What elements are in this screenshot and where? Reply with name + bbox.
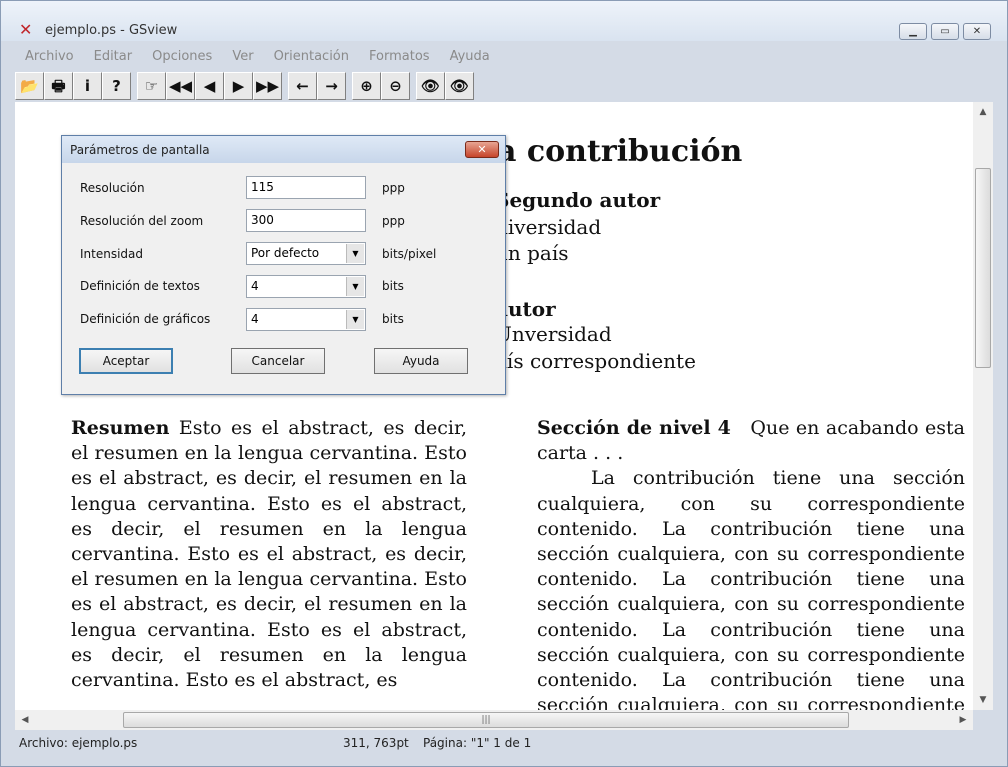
abstract-heading: Resumen [71,417,170,439]
window-controls: ▁ ▭ ✕ [899,23,991,40]
text-definition-value: 4 [251,279,259,293]
accept-button[interactable]: Aceptar [79,348,173,374]
graphics-definition-label: Definición de gráficos [80,312,211,326]
graphics-definition-select[interactable]: 4 ▼ [246,308,366,331]
menu-ver[interactable]: Ver [222,47,263,67]
toolbar-group: 📂 🖶 i? [15,72,131,100]
menu-orientacion[interactable]: Orientación [264,47,359,67]
intensity-unit: bits/pixel [382,247,437,261]
menu-opciones[interactable]: Opciones [142,47,222,67]
display-settings-dialog: Parámetros de pantalla ✕ Resolución 115 … [61,135,506,395]
zoom-resolution-label: Resolución del zoom [80,214,204,228]
open-icon[interactable]: 📂 [15,72,44,100]
toolbar-group: ← → [288,72,346,100]
menu-formatos[interactable]: Formatos [359,47,440,67]
menu-bar: Archivo Editar Opciones Ver Orientación … [15,47,500,67]
author-2-name: Segundo autor [495,188,661,212]
toolbar-group: ⊕ ⊖ [352,72,410,100]
gsview-app-icon[interactable]: ✕ [19,21,39,39]
scroll-down-icon[interactable]: ▼ [973,692,993,708]
abstract-column: Resumen Esto es el abstract, es decir, e… [71,416,467,693]
text-search-next-icon[interactable]: 👁 [445,72,474,100]
help-icon[interactable]: ? [102,72,131,100]
resolution-unit: ppp [382,181,405,195]
vertical-scrollbar[interactable]: ▲ ▼ [973,102,993,710]
status-coords: 311, 763pt [343,736,409,750]
text-definition-select[interactable]: 4 ▼ [246,275,366,298]
toolbar-group: 👁 👁 [416,72,474,100]
zoom-resolution-input[interactable]: 300 [246,209,366,232]
text-definition-unit: bits [382,279,404,293]
close-button[interactable]: ✕ [963,23,991,40]
chevron-down-icon[interactable]: ▼ [346,277,364,296]
menu-editar[interactable]: Editar [84,47,143,67]
section-column: Sección de nivel 4 Que en acabando esta … [537,416,965,710]
maximize-button[interactable]: ▭ [931,23,959,40]
title-bar[interactable]: ✕ ejemplo.ps - GSview ▁ ▭ ✕ [1,1,1007,41]
zoom-in-icon[interactable]: ⊕ [352,72,381,100]
toolbar-group: ☞ ◀◀ ◀ ▶ ▶▶ [137,72,282,100]
zoom-out-icon[interactable]: ⊖ [381,72,410,100]
horizontal-scrollbar[interactable]: ◀ ||| ▶ [15,710,973,730]
author-2-org: niversidad [495,215,602,239]
horizontal-scroll-thumb[interactable]: ||| [123,712,849,728]
status-bar: Archivo: ejemplo.ps 311, 763pt Página: "… [1,733,1007,755]
minimize-button[interactable]: ▁ [899,23,927,40]
next-page-icon[interactable]: ▶ [224,72,253,100]
author-3-country: aís correspondiente [495,349,696,373]
back-icon[interactable]: ← [288,72,317,100]
help-button[interactable]: Ayuda [374,348,468,374]
menu-ayuda[interactable]: Ayuda [440,47,500,67]
document-title: a contribución [497,134,743,169]
scroll-up-icon[interactable]: ▲ [973,104,993,120]
chevron-down-icon[interactable]: ▼ [346,244,364,263]
main-window: ✕ ejemplo.ps - GSview ▁ ▭ ✕ Archivo Edit… [0,0,1008,767]
abstract-text: Esto es el abstract, es decir, el resume… [71,417,468,692]
zoom-resolution-unit: ppp [382,214,405,228]
window-title: ejemplo.ps - GSview [45,23,178,38]
first-page-icon[interactable]: ◀◀ [166,72,195,100]
section-heading: Sección de nivel 4 [537,417,731,439]
dialog-close-icon[interactable]: ✕ [465,141,499,158]
dialog-title-bar[interactable]: Parámetros de pantalla ✕ [62,136,505,163]
author-3-org: Unversidad [495,322,612,346]
scroll-left-icon[interactable]: ◀ [15,712,35,728]
text-search-icon[interactable]: 👁 [416,72,445,100]
menu-archivo[interactable]: Archivo [15,47,84,67]
author-2-country: ún país [495,241,569,265]
graphics-definition-value: 4 [251,312,259,326]
section-text: La contribución tiene una sección cualqu… [537,467,965,710]
graphics-definition-unit: bits [382,312,404,326]
intensity-value: Por defecto [251,246,320,260]
intensity-select[interactable]: Por defecto ▼ [246,242,366,265]
forward-icon[interactable]: → [317,72,346,100]
prev-page-icon[interactable]: ◀ [195,72,224,100]
text-definition-label: Definición de textos [80,279,200,293]
vertical-scroll-thumb[interactable] [975,168,991,368]
status-file: Archivo: ejemplo.ps [19,736,138,750]
last-page-icon[interactable]: ▶▶ [253,72,282,100]
resolution-label: Resolución [80,181,145,195]
chevron-down-icon[interactable]: ▼ [346,310,364,329]
toolbar: 📂 🖶 i? ☞ ◀◀ ◀ ▶ ▶▶ ← → ⊕ ⊖ 👁 👁 [15,71,995,101]
resolution-input[interactable]: 115 [246,176,366,199]
intensity-label: Intensidad [80,247,144,261]
scroll-right-icon[interactable]: ▶ [953,712,973,728]
info-icon[interactable]: i [73,72,102,100]
goto-page-icon[interactable]: ☞ [137,72,166,100]
status-page: Página: "1" 1 de 1 [423,736,532,750]
dialog-title: Parámetros de pantalla [70,143,210,157]
print-icon[interactable]: 🖶 [44,72,73,100]
cancel-button[interactable]: Cancelar [231,348,325,374]
